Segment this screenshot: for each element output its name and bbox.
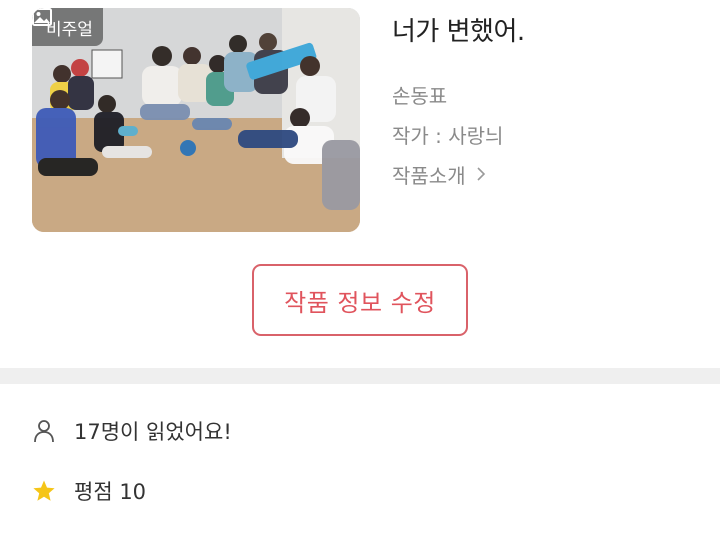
star-icon	[32, 479, 56, 503]
rating-stat: 평점 10	[32, 476, 146, 506]
work-info: 너가 변했어. 손동표 작가 : 사랑늬 작품소개	[392, 10, 704, 196]
section-divider	[0, 368, 720, 384]
edit-work-info-button[interactable]: 작품 정보 수정	[252, 264, 468, 336]
chevron-right-icon	[476, 156, 486, 196]
reads-text: 17명이 읽었어요!	[74, 420, 232, 444]
work-intro-label: 작품소개	[392, 164, 466, 188]
work-title: 너가 변했어.	[392, 17, 525, 47]
rating-text: 평점 10	[74, 480, 147, 504]
reads-stat: 17명이 읽었어요!	[32, 416, 232, 446]
work-intro-link[interactable]: 작품소개	[392, 156, 486, 196]
cover-image[interactable]: 비주얼	[32, 8, 360, 232]
work-subtitle: 손동표	[392, 84, 448, 108]
author-line[interactable]: 작가 : 사랑늬	[392, 116, 704, 156]
visual-badge: 비주얼	[32, 8, 103, 46]
visual-badge-label: 비주얼	[46, 19, 93, 40]
person-icon	[32, 419, 56, 443]
